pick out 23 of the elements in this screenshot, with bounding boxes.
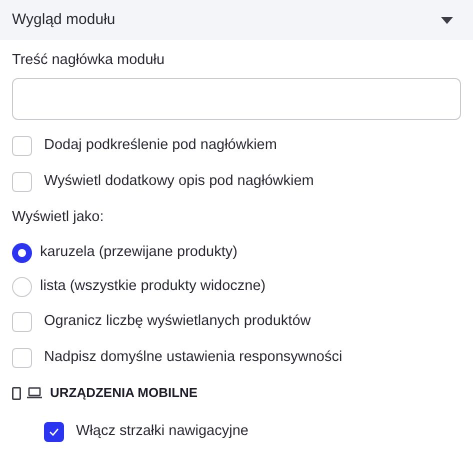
section-title: URZĄDZENIA MOBILNE [50, 384, 198, 402]
panel-header[interactable]: Wygląd modułu [0, 0, 473, 40]
field-label: Treść nagłówka modułu [12, 52, 165, 68]
checkbox[interactable] [12, 348, 32, 368]
radio-button[interactable] [12, 243, 32, 263]
checkbox[interactable] [12, 136, 32, 156]
checkbox-label: Nadpisz domyślne ustawienia responsywności [44, 348, 342, 368]
panel-title: Wygląd modułu [12, 10, 116, 30]
checkbox[interactable] [12, 312, 32, 332]
radio-label: lista (wszystkie produkty widoczne) [40, 277, 266, 296]
checkbox-label: Włącz strzałki nawigacyjne [76, 422, 248, 442]
phone-icon [12, 386, 21, 400]
radio-label: karuzela (przewijane produkty) [40, 243, 238, 262]
checkbox[interactable] [44, 422, 64, 442]
input-field[interactable] [12, 78, 461, 120]
radio-button[interactable] [12, 277, 32, 297]
field-label: Wyświetl jako: [12, 208, 104, 228]
checkbox-label: Dodaj podkreślenie pod nagłówkiem [44, 136, 277, 156]
checkbox[interactable] [12, 172, 32, 192]
laptop-icon [27, 387, 42, 399]
checkbox-label: Ogranicz liczbę wyświetlanych produktów [44, 312, 311, 332]
checkbox-label: Wyświetl dodatkowy opis pod nagłówkiem [44, 172, 314, 192]
check-icon [49, 428, 59, 436]
